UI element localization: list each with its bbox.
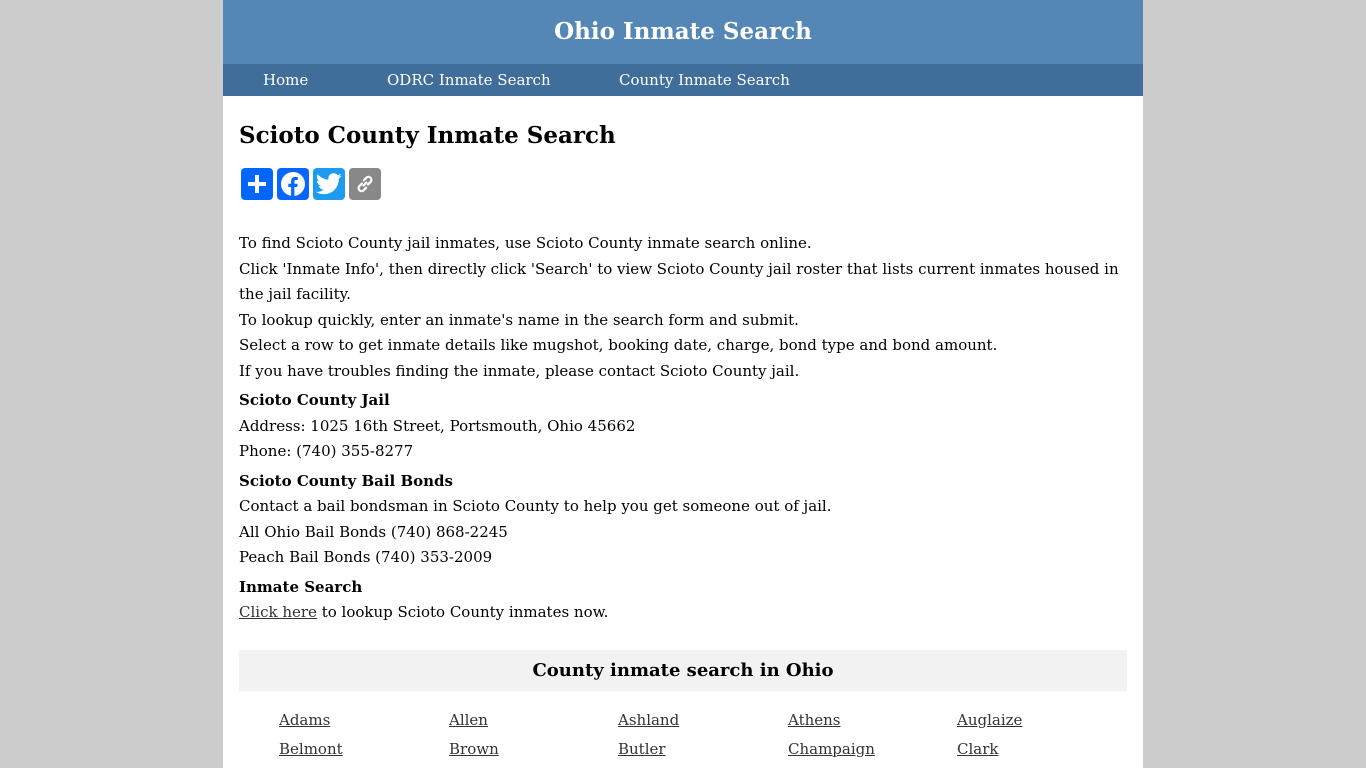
county-link-auglaize[interactable]: Auglaize xyxy=(957,711,1022,729)
intro-line: Click 'Inmate Info', then directly click… xyxy=(239,259,1119,304)
intro-line: Select a row to get inmate details like … xyxy=(239,336,998,354)
county-link-belmont[interactable]: Belmont xyxy=(279,740,343,758)
nav-item-odrc-inmate-search[interactable]: ODRC Inmate Search xyxy=(387,64,551,96)
intro-line: To find Scioto County jail inmates, use … xyxy=(239,234,812,252)
county-link-allen[interactable]: Allen xyxy=(449,711,488,729)
share-button[interactable] xyxy=(241,168,273,200)
inmate-search-line: Click here to lookup Scioto County inmat… xyxy=(239,600,1127,626)
intro-line: If you have troubles finding the inmate,… xyxy=(239,361,800,380)
site-title[interactable]: Ohio Inmate Search xyxy=(554,18,812,45)
inmate-search-text: to lookup Scioto County inmates now. xyxy=(316,603,609,621)
link-icon xyxy=(357,175,373,193)
twitter-share-button[interactable] xyxy=(313,168,345,200)
inmate-search-heading: Inmate Search xyxy=(239,577,363,596)
nav-item-county-inmate-search[interactable]: County Inmate Search xyxy=(619,64,790,96)
county-link-adams[interactable]: Adams xyxy=(279,711,330,729)
bail-bonds-description: Contact a bail bondsman in Scioto County… xyxy=(239,497,832,515)
facebook-icon xyxy=(281,172,305,196)
click-here-link[interactable]: Click here xyxy=(239,603,317,621)
site-header: Ohio Inmate Search xyxy=(223,0,1143,64)
facebook-share-button[interactable] xyxy=(277,168,309,200)
copy-link-button[interactable] xyxy=(349,168,381,200)
county-section-header: County inmate search in Ohio xyxy=(239,650,1127,691)
jail-phone: Phone: (740) 355-8277 xyxy=(239,442,414,460)
county-link-brown[interactable]: Brown xyxy=(449,740,499,758)
intro-line: To lookup quickly, enter an inmate's nam… xyxy=(239,310,799,329)
page-container: Ohio Inmate Search Home ODRC Inmate Sear… xyxy=(223,0,1143,768)
bail-bonds-heading: Scioto County Bail Bonds xyxy=(239,471,453,490)
main-nav: Home ODRC Inmate Search County Inmate Se… xyxy=(223,64,1143,96)
county-link-athens[interactable]: Athens xyxy=(788,711,841,729)
twitter-icon xyxy=(316,173,342,195)
county-link-butler[interactable]: Butler xyxy=(618,740,666,758)
nav-item-home[interactable]: Home xyxy=(263,64,308,96)
jail-heading: Scioto County Jail xyxy=(239,391,390,409)
bail-bond-item: All Ohio Bail Bonds (740) 868-2245 xyxy=(239,522,508,541)
county-link-clark[interactable]: Clark xyxy=(957,740,998,758)
jail-address: Address: 1025 16th Street, Portsmouth, O… xyxy=(239,416,636,435)
county-section-title: County inmate search in Ohio xyxy=(532,660,834,681)
county-link-ashland[interactable]: Ashland xyxy=(618,711,679,729)
article-body: To find Scioto County jail inmates, use … xyxy=(239,231,1127,626)
page-title: Scioto County Inmate Search xyxy=(239,122,616,149)
bail-bond-item: Peach Bail Bonds (740) 353-2009 xyxy=(239,548,493,566)
share-buttons xyxy=(241,168,381,200)
plus-icon xyxy=(248,175,266,193)
county-link-champaign[interactable]: Champaign xyxy=(788,740,875,758)
